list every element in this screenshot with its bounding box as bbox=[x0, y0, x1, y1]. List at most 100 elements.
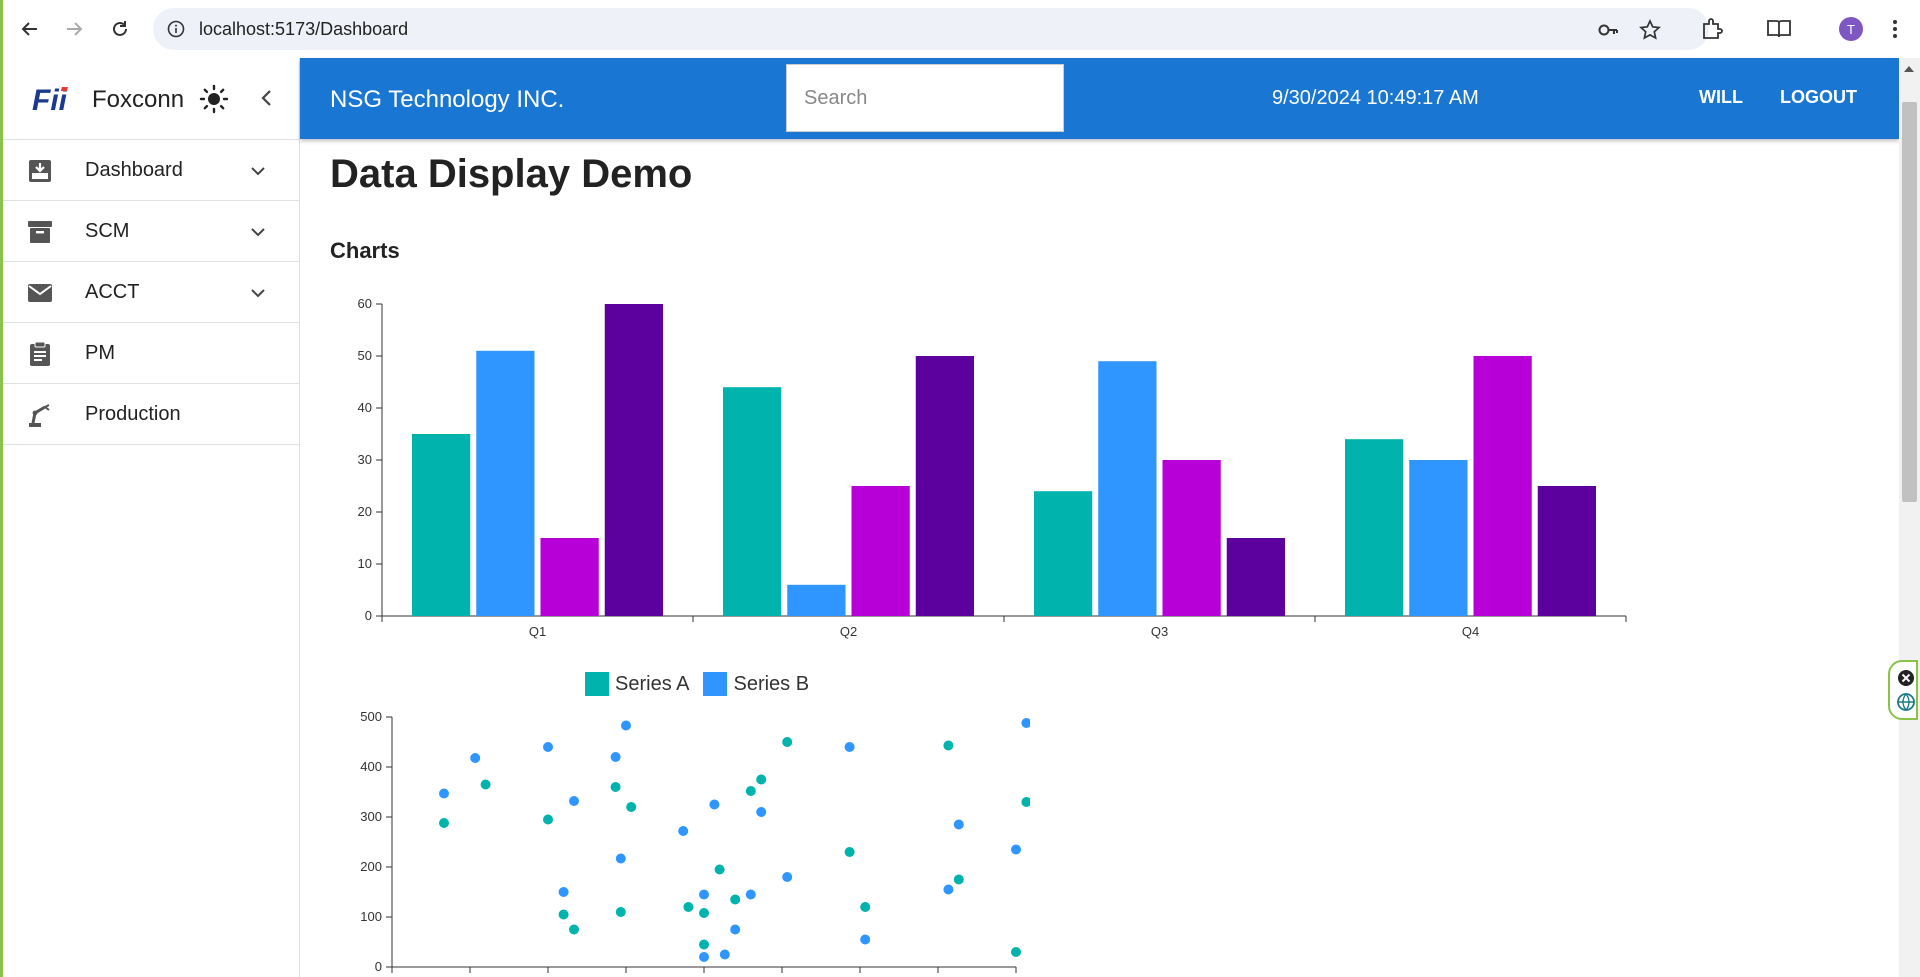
scatter-point bbox=[1011, 844, 1021, 855]
scatter-point bbox=[569, 796, 579, 806]
profile-initial: T bbox=[1847, 21, 1855, 37]
sidebar-item-acct[interactable]: ACCT bbox=[3, 262, 299, 323]
scatter-point bbox=[610, 752, 621, 762]
chevron-down-icon[interactable] bbox=[249, 284, 267, 302]
scroll-up-arrow-icon[interactable] bbox=[1904, 66, 1914, 72]
scatter-point bbox=[699, 908, 709, 918]
brand-name: Foxconn bbox=[92, 86, 185, 113]
brand-logo-icon: Fii bbox=[30, 83, 76, 117]
close-circle-icon bbox=[1898, 670, 1914, 686]
scatter-point bbox=[621, 720, 631, 731]
app-header: NSG Technology INC. 9/30/2024 10:49:17 A… bbox=[300, 58, 1899, 139]
theme-toggle-sun-icon[interactable] bbox=[199, 84, 229, 114]
x-tick-label: Q4 bbox=[1462, 624, 1479, 639]
scatter-point bbox=[714, 864, 725, 875]
y-tick-label: 0 bbox=[365, 608, 372, 623]
clipboard-icon bbox=[27, 341, 53, 367]
chevron-down-icon[interactable] bbox=[249, 162, 267, 180]
bar bbox=[787, 584, 846, 616]
bar bbox=[1537, 486, 1596, 616]
chevron-down-icon[interactable] bbox=[249, 223, 267, 241]
scatter-point bbox=[1011, 947, 1021, 957]
bar bbox=[1473, 356, 1532, 616]
bookmark-star-icon[interactable] bbox=[1639, 18, 1661, 41]
y-tick-label: 100 bbox=[360, 909, 382, 924]
scatter-point bbox=[699, 939, 709, 950]
scatter-point bbox=[569, 924, 579, 935]
bar bbox=[604, 304, 663, 616]
scatter-point bbox=[943, 884, 954, 895]
robot-arm-icon bbox=[27, 402, 53, 428]
forward-icon[interactable] bbox=[59, 14, 89, 44]
scatter-point bbox=[678, 826, 689, 836]
browser-toolbar: localhost:5173/Dashboard T bbox=[0, 0, 1920, 58]
bar bbox=[851, 486, 910, 616]
scatter-point bbox=[1021, 718, 1030, 728]
section-title: Charts bbox=[330, 238, 400, 263]
reload-icon[interactable] bbox=[105, 14, 135, 44]
scatter-point bbox=[860, 902, 871, 912]
sidebar-item-dashboard[interactable]: Dashboard bbox=[3, 140, 299, 201]
scatter-point bbox=[1021, 797, 1030, 807]
extension-side-panel[interactable] bbox=[1888, 660, 1918, 720]
scatter-point bbox=[558, 887, 569, 897]
sidebar-item-pm[interactable]: PM bbox=[3, 323, 299, 384]
scatter-point bbox=[470, 753, 481, 763]
y-tick-label: 400 bbox=[360, 759, 382, 774]
bar bbox=[476, 350, 535, 616]
page-scrollbar[interactable] bbox=[1899, 58, 1920, 977]
scatter-point bbox=[699, 889, 709, 900]
bar bbox=[1345, 439, 1404, 616]
current-datetime: 9/30/2024 10:49:17 AM bbox=[1272, 87, 1479, 109]
address-bar[interactable]: localhost:5173/Dashboard bbox=[153, 8, 1709, 50]
scatter-point bbox=[756, 807, 767, 817]
collapse-sidebar-chevron-left-icon[interactable] bbox=[257, 88, 277, 108]
scatter-point bbox=[683, 902, 694, 912]
scatter-point bbox=[699, 952, 709, 962]
y-tick-label: 300 bbox=[360, 809, 382, 824]
back-icon[interactable] bbox=[15, 14, 45, 44]
x-tick-label: Q1 bbox=[529, 624, 546, 639]
scatter-point bbox=[439, 818, 449, 828]
search-input[interactable] bbox=[786, 64, 1064, 132]
company-title: NSG Technology INC. bbox=[330, 86, 565, 113]
y-tick-label: 60 bbox=[358, 296, 372, 311]
scatter-point bbox=[610, 782, 621, 792]
site-info-icon[interactable] bbox=[167, 20, 185, 38]
scatter-point bbox=[480, 779, 491, 790]
logout-button[interactable]: LOGOUT bbox=[1780, 87, 1857, 108]
url-text[interactable]: localhost:5173/Dashboard bbox=[199, 19, 408, 40]
globe-icon bbox=[1897, 693, 1915, 711]
scatter-point bbox=[615, 853, 626, 864]
y-tick-label: 200 bbox=[360, 859, 382, 874]
x-tick-label: Q2 bbox=[840, 624, 857, 639]
sidebar-item-label: Production bbox=[85, 403, 181, 425]
bar bbox=[1162, 460, 1221, 616]
scatter-point bbox=[543, 814, 553, 825]
y-tick-label: 30 bbox=[358, 452, 372, 467]
y-tick-label: 50 bbox=[358, 348, 372, 363]
reading-list-icon[interactable] bbox=[1766, 16, 1792, 42]
sidebar-header: Fii Foxconn bbox=[3, 58, 299, 140]
scatter-point bbox=[844, 742, 855, 752]
sidebar-item-production[interactable]: Production bbox=[3, 384, 299, 445]
scatter-point bbox=[782, 737, 793, 747]
bar bbox=[723, 387, 782, 616]
password-key-icon[interactable] bbox=[1597, 19, 1619, 41]
sidebar-item-label: PM bbox=[85, 342, 115, 364]
profile-avatar[interactable]: T bbox=[1839, 17, 1863, 41]
page-title: Data Display Demo bbox=[330, 152, 693, 196]
sidebar: Fii Foxconn Dashboard SCM ACCT PM Produc… bbox=[3, 58, 300, 977]
extensions-puzzle-icon[interactable] bbox=[1700, 16, 1726, 42]
scatter-point bbox=[756, 774, 767, 785]
sidebar-item-scm[interactable]: SCM bbox=[3, 201, 299, 262]
scatter-point bbox=[615, 907, 626, 917]
sidebar-item-label: Dashboard bbox=[85, 159, 183, 181]
bar-chart: 0 10 20 30 40 50 60 Q1 Q2 Q3 Q4 bbox=[358, 296, 1627, 639]
browser-menu-icon[interactable] bbox=[1885, 16, 1905, 42]
user-button[interactable]: WILL bbox=[1699, 87, 1743, 108]
x-tick-label: Q3 bbox=[1151, 624, 1168, 639]
scatter-chart: 0 100 200 300 400 500 bbox=[360, 709, 1030, 974]
y-tick-label: 0 bbox=[375, 959, 382, 974]
scrollbar-thumb[interactable] bbox=[1902, 102, 1917, 502]
